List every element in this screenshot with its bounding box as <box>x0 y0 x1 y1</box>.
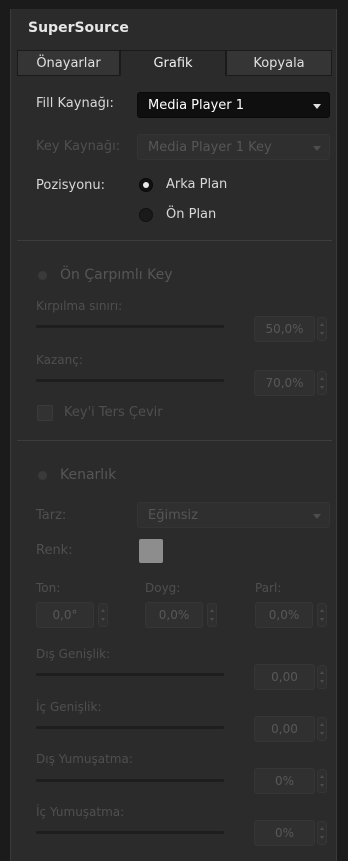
inner-width-slider[interactable] <box>36 726 224 729</box>
key-source-label: Key Kaynağı: <box>36 139 121 154</box>
outer-softness-value-field[interactable]: 0% <box>254 768 315 794</box>
outer-softness-slider[interactable] <box>36 779 224 782</box>
fill-source-dropdown[interactable]: Media Player 1 <box>137 92 330 118</box>
gain-stepper[interactable] <box>317 371 327 395</box>
inner-width-stepper[interactable] <box>317 717 327 741</box>
premult-key-title: Ön Çarpımlı Key <box>60 267 173 283</box>
invert-key-checkbox[interactable] <box>37 405 53 421</box>
outer-width-slider[interactable] <box>36 673 224 676</box>
tab-bar: Önayarlar Grafik Kopyala <box>17 50 332 76</box>
inner-softness-slider[interactable] <box>36 831 224 834</box>
luminance-stepper[interactable] <box>317 603 327 627</box>
color-label: Renk: <box>36 543 73 558</box>
inner-softness-label: İç Yumuşatma: <box>36 805 125 819</box>
saturation-label: Doyg: <box>145 581 181 595</box>
chevron-down-icon <box>313 514 321 519</box>
inner-softness-stepper[interactable] <box>317 821 327 845</box>
saturation-value-field[interactable]: 0,0% <box>145 602 203 628</box>
position-label: Pozisyonu: <box>36 178 106 193</box>
luminance-value-field[interactable]: 0,0% <box>255 602 313 628</box>
hue-value-field[interactable]: 0,0° <box>36 602 94 628</box>
outer-width-value-field[interactable]: 0,00 <box>254 664 315 690</box>
radio-background[interactable] <box>139 178 153 192</box>
bevel-style-label: Tarz: <box>36 508 67 523</box>
border-color-swatch[interactable] <box>139 539 163 563</box>
hue-label: Ton: <box>36 581 61 595</box>
hue-stepper[interactable] <box>98 603 108 627</box>
fill-source-label: Fill Kaynağı: <box>36 96 114 111</box>
tab-graphics[interactable]: Grafik <box>120 50 226 76</box>
gain-value-field[interactable]: 70,0% <box>254 370 315 396</box>
outer-softness-label: Dış Yumuşatma: <box>36 752 133 766</box>
section-divider <box>17 440 332 441</box>
inner-softness-value-field[interactable]: 0% <box>254 820 315 846</box>
gain-slider[interactable] <box>36 379 224 382</box>
saturation-stepper[interactable] <box>207 603 217 627</box>
border-toggle-indicator[interactable] <box>38 471 47 480</box>
radio-foreground-label: Ön Plan <box>166 207 217 222</box>
outer-softness-stepper[interactable] <box>317 769 327 793</box>
fill-source-value: Media Player 1 <box>148 97 245 113</box>
radio-foreground[interactable] <box>139 208 153 222</box>
chevron-down-icon <box>313 104 321 109</box>
premult-toggle-indicator[interactable] <box>38 271 47 280</box>
radio-background-label: Arka Plan <box>166 177 228 192</box>
tab-copy[interactable]: Kopyala <box>226 50 332 76</box>
border-title: Kenarlık <box>60 467 117 483</box>
clip-stepper[interactable] <box>317 317 327 341</box>
clip-slider[interactable] <box>36 325 224 328</box>
inner-width-label: İç Genişlik: <box>36 700 102 714</box>
outer-width-label: Dış Genişlik: <box>36 647 111 661</box>
panel-title: SuperSource <box>28 20 129 36</box>
section-divider <box>17 240 332 241</box>
key-source-dropdown[interactable]: Media Player 1 Key <box>137 134 330 160</box>
luminance-label: Parl: <box>255 581 282 595</box>
invert-key-label: Key'i Ters Çevir <box>64 405 163 420</box>
bevel-style-dropdown[interactable]: Eğimsiz <box>137 502 330 528</box>
chevron-down-icon <box>313 146 321 151</box>
outer-width-stepper[interactable] <box>317 665 327 689</box>
inner-width-value-field[interactable]: 0,00 <box>254 716 315 742</box>
clip-label: Kırpılma sınırı: <box>36 299 123 313</box>
bevel-style-value: Eğimsiz <box>148 507 198 523</box>
gain-label: Kazanç: <box>36 353 83 367</box>
tab-presets[interactable]: Önayarlar <box>17 50 120 76</box>
key-source-value: Media Player 1 Key <box>148 139 272 155</box>
clip-value-field[interactable]: 50,0% <box>254 316 315 342</box>
